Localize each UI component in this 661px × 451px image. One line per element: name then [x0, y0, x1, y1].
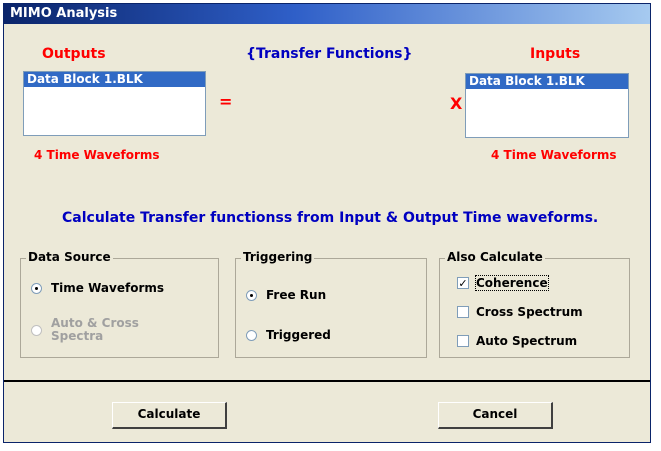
inputs-header: Inputs — [530, 46, 581, 62]
multiply-sign: X — [450, 94, 463, 113]
transfer-functions-header: {Transfer Functions} — [246, 46, 413, 62]
checkbox-auto-spectrum-label: Auto Spectrum — [476, 334, 578, 348]
checkbox-indicator — [457, 335, 469, 347]
radio-free-run[interactable]: Free Run — [246, 288, 326, 302]
radio-indicator — [246, 289, 257, 301]
cancel-button[interactable]: Cancel — [438, 402, 553, 429]
title-bar: MIMO Analysis — [4, 4, 650, 24]
radio-auto-cross-line-2: Spectra — [51, 329, 104, 343]
data-source-label: Data Source — [26, 250, 113, 264]
radio-indicator — [31, 282, 42, 294]
checkbox-coherence[interactable]: ✓ Coherence — [457, 275, 549, 291]
radio-free-run-label: Free Run — [266, 288, 327, 302]
radio-triggered-label: Triggered — [266, 328, 331, 342]
checkbox-cross-spectrum[interactable]: Cross Spectrum — [457, 305, 583, 319]
checkbox-indicator — [457, 306, 469, 318]
radio-time-waveforms[interactable]: Time Waveforms — [31, 281, 164, 295]
radio-auto-cross-spectra-label: Auto & Cross Spectra — [51, 317, 139, 343]
checkbox-cross-spectrum-label: Cross Spectrum — [476, 305, 583, 319]
radio-indicator — [246, 329, 257, 341]
data-source-group: Data Source Time Waveforms Auto & Cross … — [20, 250, 219, 358]
divider — [4, 380, 650, 382]
inputs-list-item[interactable]: Data Block 1.BLK — [466, 74, 628, 89]
checkbox-coherence-label: Coherence — [475, 275, 549, 291]
outputs-list-item[interactable]: Data Block 1.BLK — [24, 72, 205, 87]
also-calculate-group: Also Calculate ✓ Coherence Cross Spectru… — [439, 250, 630, 358]
outputs-listbox[interactable]: Data Block 1.BLK — [23, 71, 206, 136]
inputs-count-label: 4 Time Waveforms — [491, 148, 617, 162]
mimo-analysis-dialog: MIMO Analysis Outputs Data Block 1.BLK 4… — [3, 3, 651, 443]
also-calculate-label: Also Calculate — [445, 250, 545, 264]
outputs-header: Outputs — [42, 46, 106, 62]
triggering-label: Triggering — [241, 250, 315, 264]
radio-triggered[interactable]: Triggered — [246, 328, 331, 342]
calculate-button[interactable]: Calculate — [112, 402, 227, 429]
radio-indicator — [31, 325, 42, 336]
equals-sign: = — [219, 92, 233, 111]
radio-auto-cross-spectra[interactable]: Auto & Cross Spectra — [31, 317, 139, 343]
check-mark-icon: ✓ — [457, 276, 469, 290]
inputs-listbox[interactable]: Data Block 1.BLK — [465, 73, 629, 138]
outputs-count-label: 4 Time Waveforms — [34, 148, 160, 162]
instruction-text: Calculate Transfer functionss from Input… — [62, 210, 599, 226]
checkbox-auto-spectrum[interactable]: Auto Spectrum — [457, 334, 577, 348]
triggering-group: Triggering Free Run Triggered — [235, 250, 427, 358]
radio-time-waveforms-label: Time Waveforms — [51, 281, 165, 295]
